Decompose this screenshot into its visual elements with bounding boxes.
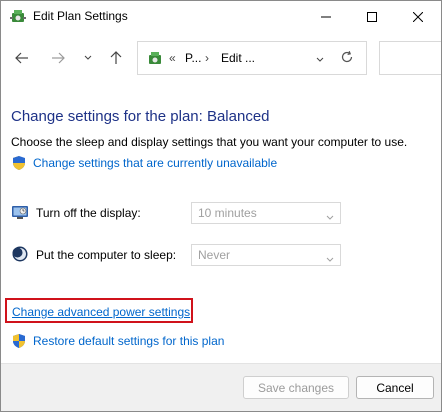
arrow-up-icon xyxy=(110,51,122,64)
close-icon xyxy=(413,12,423,22)
arrow-left-icon xyxy=(15,52,28,64)
footer-bar: Save changes Cancel xyxy=(1,363,441,411)
address-bar[interactable]: « P... › Edit ... xyxy=(137,41,367,75)
search-box[interactable] xyxy=(379,41,441,75)
chevron-down-icon xyxy=(316,57,324,62)
refresh-button[interactable] xyxy=(340,50,354,67)
monitor-icon xyxy=(11,203,29,221)
power-options-icon xyxy=(9,8,27,26)
breadcrumb-separator[interactable]: › xyxy=(205,51,209,65)
title-bar: Edit Plan Settings xyxy=(1,1,441,33)
restore-defaults-row: Restore default settings for this plan xyxy=(11,333,224,349)
chevron-down-icon xyxy=(84,55,92,60)
arrow-right-icon xyxy=(52,52,65,64)
address-dropdown-button[interactable] xyxy=(316,52,324,66)
chevron-down-icon xyxy=(326,252,334,266)
recent-locations-button[interactable] xyxy=(75,45,101,71)
cancel-button[interactable]: Cancel xyxy=(356,376,434,399)
sleep-select[interactable]: Never xyxy=(191,244,341,266)
minimize-icon xyxy=(321,16,331,18)
page-description: Choose the sleep and display settings th… xyxy=(11,135,408,149)
change-unavailable-settings-link[interactable]: Change settings that are currently unava… xyxy=(33,156,277,170)
restore-default-settings-link[interactable]: Restore default settings for this plan xyxy=(33,334,224,348)
uac-shield-icon xyxy=(11,333,27,349)
up-button[interactable] xyxy=(103,45,129,71)
change-advanced-power-settings-link[interactable]: Change advanced power settings xyxy=(12,305,190,319)
turn-off-display-value: 10 minutes xyxy=(198,206,257,220)
breadcrumb-edit-plan[interactable]: Edit ... xyxy=(221,51,255,65)
close-button[interactable] xyxy=(395,1,441,33)
minimize-button[interactable] xyxy=(303,1,349,33)
refresh-icon xyxy=(341,50,353,63)
turn-off-display-select[interactable]: 10 minutes xyxy=(191,202,341,224)
sleep-value: Never xyxy=(198,248,231,262)
breadcrumb-overflow[interactable]: « xyxy=(169,51,176,65)
maximize-icon xyxy=(367,12,377,22)
edit-plan-settings-window: Edit Plan Settings « P... › Edit ... Cha… xyxy=(0,0,442,412)
sleep-label: Put the computer to sleep: xyxy=(36,248,177,262)
forward-button[interactable] xyxy=(45,45,71,71)
uac-shield-icon xyxy=(11,155,27,171)
window-title: Edit Plan Settings xyxy=(33,9,128,23)
chevron-down-icon xyxy=(326,210,334,224)
maximize-button[interactable] xyxy=(349,1,395,33)
control-panel-icon xyxy=(146,50,164,68)
back-button[interactable] xyxy=(9,45,35,71)
moon-icon xyxy=(11,245,29,263)
turn-off-display-label: Turn off the display: xyxy=(36,206,141,220)
unavailable-settings-row: Change settings that are currently unava… xyxy=(11,155,277,171)
breadcrumb-power-options[interactable]: P... xyxy=(185,51,201,65)
page-title: Change settings for the plan: Balanced xyxy=(11,108,270,125)
save-changes-button[interactable]: Save changes xyxy=(243,376,349,399)
navigation-bar: « P... › Edit ... xyxy=(1,41,441,77)
